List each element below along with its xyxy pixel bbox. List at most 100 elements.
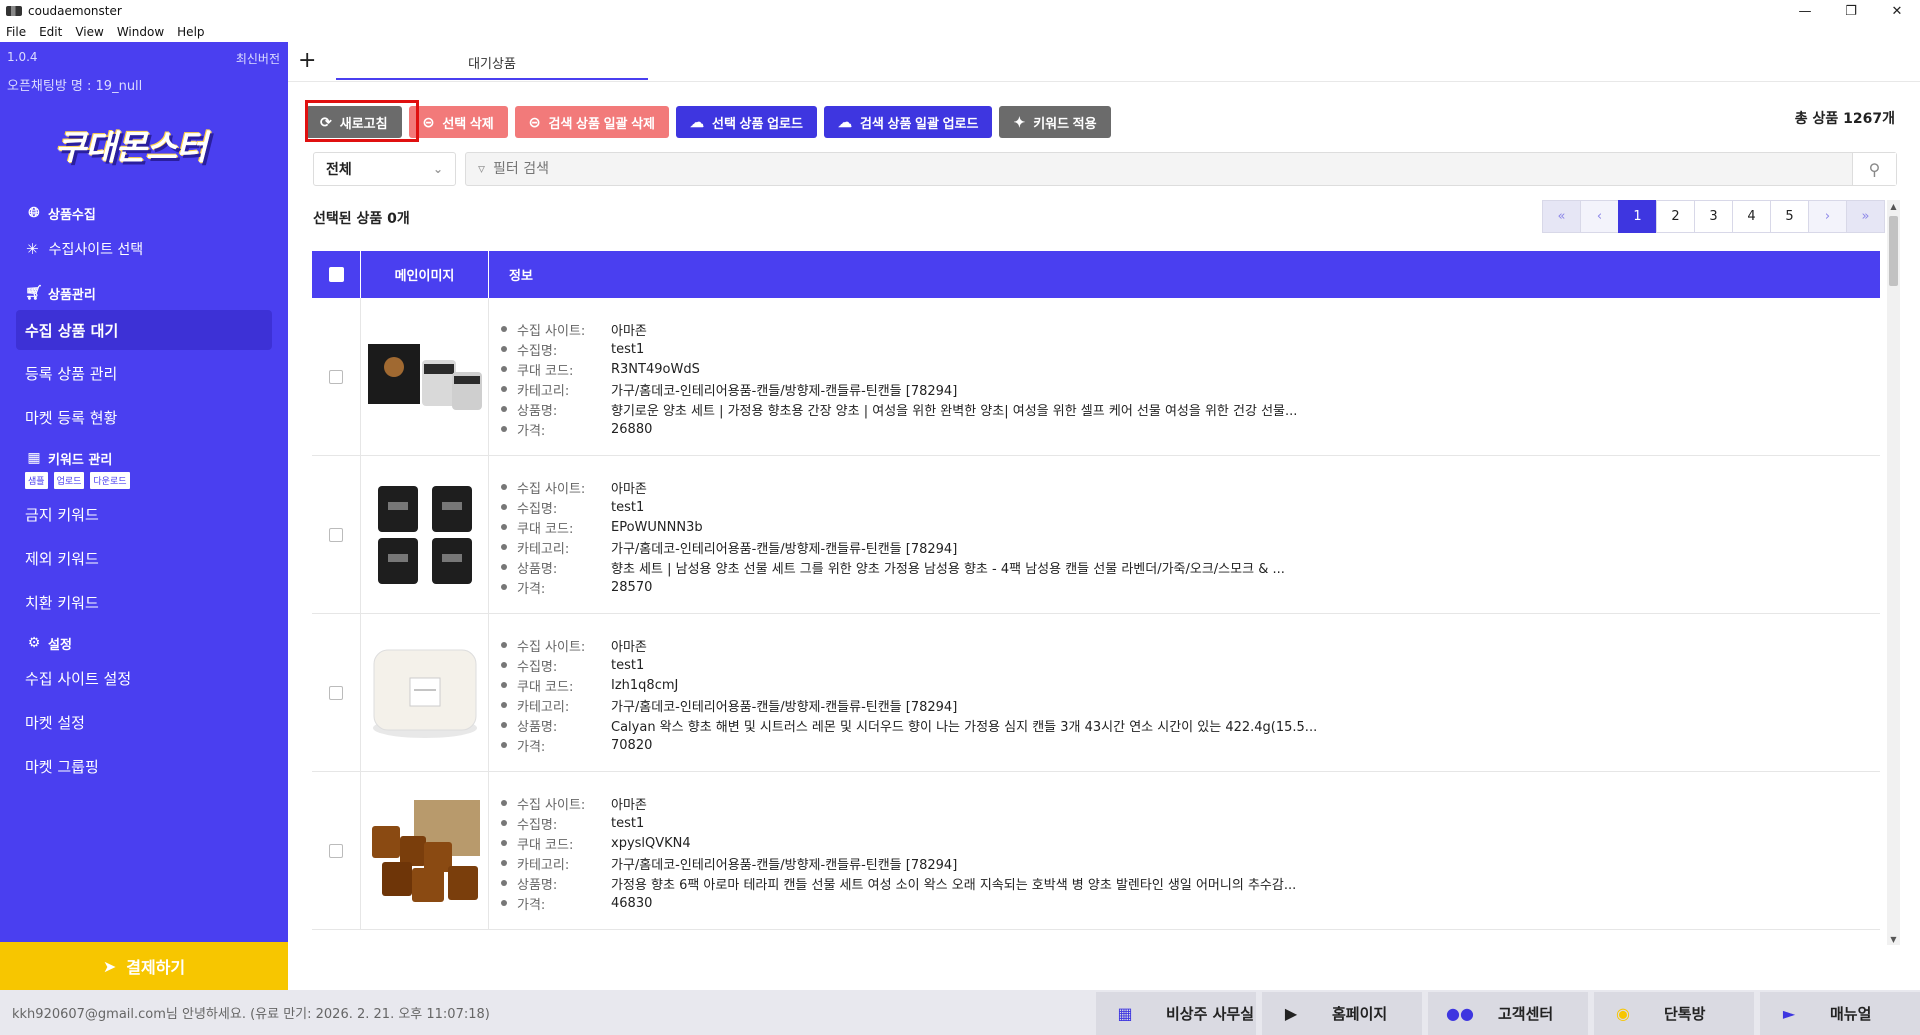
section-collect: 🌐︎ 상품수집 bbox=[0, 202, 288, 224]
section-keyword: ▦ 키워드 관리 bbox=[0, 447, 288, 469]
page-1[interactable]: 1 bbox=[1618, 200, 1657, 233]
apply-keyword-label: 키워드 적용 bbox=[1033, 115, 1097, 131]
table-row[interactable]: 수집 사이트: 아마존 수집명: test1 쿠대 코드: R3NT49oWdS 카테고리:… bbox=[312, 298, 1880, 456]
product-info: 수집 사이트: 아마존 수집명: test1 쿠대 코드: R3NT49oWdS 카테고리:… bbox=[489, 298, 1880, 455]
sidebar: 1.0.4 최신버전 오픈채팅방 명 : 19_null 쿠대몬스터 🌐︎ 상품… bbox=[0, 42, 288, 990]
rocket-icon: ➤ bbox=[102, 956, 117, 976]
restore-icon[interactable]: ❐ bbox=[1828, 0, 1874, 22]
pay-button[interactable]: ➤ 결제하기 bbox=[0, 942, 288, 990]
bullet-icon bbox=[501, 406, 507, 412]
row-checkbox[interactable] bbox=[329, 527, 343, 542]
table-row[interactable]: 수집 사이트: 아마존 수집명: test1 쿠대 코드: xpyslQVKN4 카테고리:… bbox=[312, 772, 1880, 930]
bullet-icon bbox=[501, 386, 507, 392]
table-row[interactable]: 수집 사이트: 아마존 수집명: test1 쿠대 코드: Izh1q8cmJ 카테고리: 가… bbox=[312, 614, 1880, 772]
menu-bar: File Edit View Window Help bbox=[0, 22, 1920, 42]
support-button[interactable]: ●● 고객센터 bbox=[1428, 992, 1588, 1035]
tag-upload[interactable]: 업로드 bbox=[52, 471, 86, 490]
row-checkbox[interactable] bbox=[329, 685, 343, 700]
sidebar-item-registered[interactable]: 등록 상품 관리 bbox=[0, 353, 288, 393]
apply-keyword-button[interactable]: ✦ 키워드 적용 bbox=[999, 106, 1111, 138]
info-label: 가격: bbox=[517, 739, 546, 755]
last-page-icon[interactable]: » bbox=[1846, 200, 1885, 233]
menu-view[interactable]: View bbox=[75, 25, 103, 39]
cart-icon: 🛒︎ bbox=[25, 285, 43, 301]
keyword-tags: 샘플 업로드 다운로드 bbox=[0, 471, 288, 490]
row-checkbox[interactable] bbox=[329, 843, 343, 858]
sidebar-item-pending[interactable]: 수집 상품 대기 bbox=[16, 310, 272, 350]
bullet-icon bbox=[501, 366, 507, 372]
info-label: 수집 사이트: bbox=[517, 323, 586, 339]
info-line: 수집 사이트: 아마존 bbox=[501, 635, 1880, 655]
sidebar-item-banned-keyword[interactable]: 금지 키워드 bbox=[0, 494, 288, 534]
menu-file[interactable]: File bbox=[6, 25, 26, 39]
sidebar-item-replace-keyword[interactable]: 치환 키워드 bbox=[0, 582, 288, 622]
bullet-icon bbox=[501, 484, 507, 490]
refresh-button[interactable]: ⟳ 새로고침 bbox=[306, 106, 402, 138]
tag-sample[interactable]: 샘플 bbox=[24, 471, 49, 490]
action-toolbar: ⟳ 새로고침 ⊝ 선택 삭제 ⊝ 검색 상품 일괄 삭제 ☁ 선택 상품 업로드… bbox=[306, 106, 1111, 138]
upload-selected-button[interactable]: ☁ 선택 상품 업로드 bbox=[676, 106, 817, 138]
prev-page-icon[interactable]: ‹ bbox=[1580, 200, 1619, 233]
sidebar-item-market-status[interactable]: 마켓 등록 현황 bbox=[0, 397, 288, 437]
info-value-site: 아마존 bbox=[611, 323, 647, 339]
product-info: 수집 사이트: 아마존 수집명: test1 쿠대 코드: xpyslQVKN4 카테고리:… bbox=[489, 772, 1880, 929]
group-chat-button[interactable]: ◉ 단톡방 bbox=[1594, 992, 1754, 1035]
bullet-icon bbox=[501, 900, 507, 906]
next-page-icon[interactable]: › bbox=[1808, 200, 1847, 233]
category-select[interactable]: 전체 ⌄ bbox=[313, 152, 456, 186]
bullet-icon bbox=[501, 662, 507, 668]
row-checkbox[interactable] bbox=[329, 369, 343, 384]
page-5[interactable]: 5 bbox=[1770, 200, 1809, 233]
upload-search-all-button[interactable]: ☁ 검색 상품 일괄 업로드 bbox=[823, 106, 993, 138]
delete-selected-button[interactable]: ⊝ 선택 삭제 bbox=[408, 106, 508, 138]
scroll-thumb[interactable] bbox=[1889, 216, 1898, 286]
menu-help[interactable]: Help bbox=[177, 25, 204, 39]
first-page-icon[interactable]: « bbox=[1542, 200, 1581, 233]
manual-button[interactable]: ► 매뉴얼 bbox=[1760, 992, 1920, 1035]
table-row[interactable]: 수집 사이트: 아마존 수집명: test1 쿠대 코드: EPoWUNNN3b 카테고리:… bbox=[312, 456, 1880, 614]
tag-download[interactable]: 다운로드 bbox=[89, 471, 131, 490]
openchat-room-label: 오픈채팅방 명 : 19_null bbox=[7, 79, 143, 94]
pagination: « ‹ 1 2 3 4 5 › » bbox=[1542, 200, 1885, 233]
sidebar-item-market-settings[interactable]: 마켓 설정 bbox=[0, 702, 288, 742]
menu-edit[interactable]: Edit bbox=[39, 25, 62, 39]
bullet-icon bbox=[501, 346, 507, 352]
info-value-price: 46830 bbox=[611, 895, 653, 911]
search-icon[interactable]: ⚲ bbox=[1852, 153, 1896, 185]
window-controls: — ❐ ✕ bbox=[1782, 0, 1920, 22]
scroll-down-icon[interactable]: ▼ bbox=[1887, 933, 1900, 945]
filter-search-input[interactable] bbox=[493, 161, 1794, 177]
table-header: 메인이미지 정보 bbox=[312, 251, 1880, 298]
page-3[interactable]: 3 bbox=[1694, 200, 1733, 233]
delete-search-all-button[interactable]: ⊝ 검색 상품 일괄 삭제 bbox=[514, 106, 670, 138]
tab-bar: + 대기상품 bbox=[288, 42, 1920, 82]
scroll-up-icon[interactable]: ▲ bbox=[1887, 200, 1900, 212]
bullet-icon bbox=[501, 544, 507, 550]
sidebar-item-collect-site[interactable]: ✳ 수집사이트 선택 bbox=[0, 234, 288, 264]
close-icon[interactable]: ✕ bbox=[1874, 0, 1920, 22]
page-2[interactable]: 2 bbox=[1656, 200, 1695, 233]
minimize-icon[interactable]: — bbox=[1782, 0, 1828, 22]
latest-version-label: 최신버전 bbox=[235, 52, 280, 66]
bullet-icon bbox=[501, 326, 507, 332]
info-value-code: Izh1q8cmJ bbox=[611, 677, 679, 693]
header-main-image: 메인이미지 bbox=[361, 251, 489, 298]
add-tab-icon[interactable]: + bbox=[298, 48, 316, 73]
sidebar-item-site-settings[interactable]: 수집 사이트 설정 bbox=[0, 658, 288, 698]
select-all-checkbox[interactable] bbox=[328, 267, 344, 282]
building-icon: ▦ bbox=[1117, 1004, 1133, 1023]
sidebar-item-market-grouping[interactable]: 마켓 그룹핑 bbox=[0, 746, 288, 786]
support-button-label: 고객센터 bbox=[1498, 1005, 1554, 1023]
tab-pending-products[interactable]: 대기상품 bbox=[336, 50, 648, 80]
page-4[interactable]: 4 bbox=[1732, 200, 1771, 233]
menu-window[interactable]: Window bbox=[117, 25, 164, 39]
info-label: 수집 사이트: bbox=[517, 481, 586, 497]
office-button[interactable]: ▦ 비상주 사무실 bbox=[1096, 992, 1256, 1035]
cloud-upload-icon: ☁ bbox=[837, 113, 852, 130]
homepage-button[interactable]: ▶ 홈페이지 bbox=[1262, 992, 1422, 1035]
cloud-upload-icon: ☁ bbox=[690, 113, 705, 130]
info-label: 카테고리: bbox=[517, 699, 570, 715]
info-value-product: 향초 세트 | 남성용 양초 선물 세트 그를 위한 양초 가정용 남성용 향초… bbox=[611, 561, 1285, 577]
scrollbar[interactable]: ▲ ▼ bbox=[1887, 200, 1900, 945]
sidebar-item-excluded-keyword[interactable]: 제외 키워드 bbox=[0, 538, 288, 578]
